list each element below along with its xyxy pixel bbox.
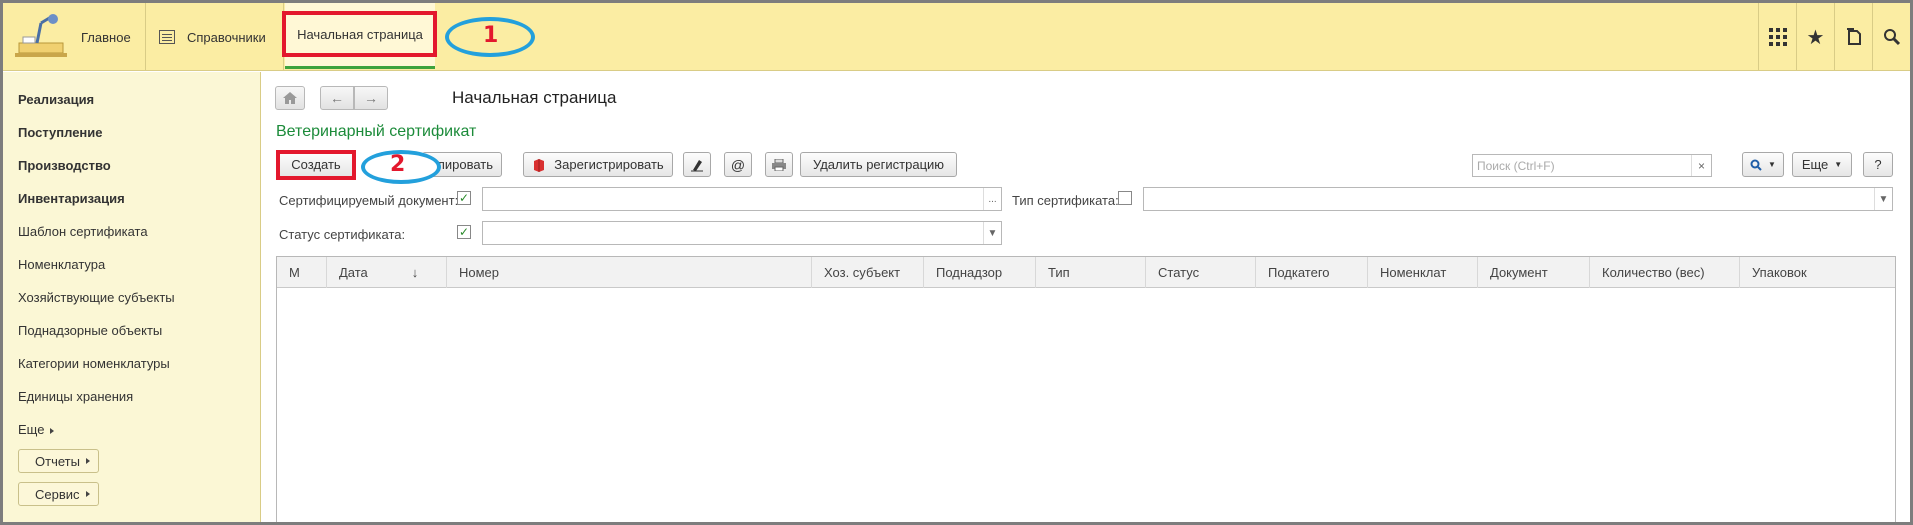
sign-button[interactable]	[683, 152, 711, 177]
type-filter-label: Тип сертификата:	[1012, 193, 1119, 208]
dropdown-arrow-icon[interactable]: ▼	[983, 222, 1001, 244]
page-title: Начальная страница	[452, 88, 617, 107]
sidebar-item-nomenclature-categories[interactable]: Категории номенклатуры	[18, 356, 170, 371]
type-filter-checkbox[interactable]	[1118, 191, 1132, 205]
search-options-button[interactable]: ▼	[1742, 152, 1784, 177]
more-button[interactable]: Еще ▼	[1792, 152, 1852, 177]
sort-down-icon: ↓	[411, 265, 419, 280]
column-header[interactable]: Документ	[1478, 257, 1590, 288]
history-icon[interactable]	[1834, 3, 1872, 71]
dropdown-arrow-icon: ▼	[1834, 160, 1843, 169]
app-logo-icon[interactable]	[13, 13, 69, 59]
column-header[interactable]: Номенклат	[1368, 257, 1478, 288]
list-icon	[159, 30, 175, 44]
printer-icon	[772, 158, 786, 171]
certificates-table[interactable]: М Дата ↓ Номер Хоз. субъект Поднадзор Ти…	[276, 256, 1896, 522]
doc-filter-field[interactable]: ...	[482, 187, 1002, 211]
toolbar-right: ★	[1758, 3, 1910, 71]
sidebar-item-sales[interactable]: Реализация	[18, 92, 94, 107]
email-button[interactable]: @	[724, 152, 752, 177]
status-filter-label: Статус сертификата:	[279, 227, 406, 242]
sidebar-item-storage-units[interactable]: Единицы хранения	[18, 389, 133, 404]
status-filter-checkbox[interactable]: ✓	[457, 225, 471, 239]
column-header[interactable]: Хоз. субъект	[812, 257, 924, 288]
doc-filter-label: Сертифицируемый документ:	[279, 193, 459, 208]
type-filter-field[interactable]: ▼	[1143, 187, 1893, 211]
home-icon	[283, 92, 297, 104]
nav-separator	[145, 3, 146, 71]
column-header[interactable]: Подкатего	[1256, 257, 1368, 288]
column-header[interactable]: Упаковок	[1740, 257, 1895, 288]
search-icon	[1750, 159, 1762, 171]
search-placeholder: Поиск (Ctrl+F)	[1477, 159, 1555, 173]
column-header[interactable]: Поднадзор	[924, 257, 1036, 288]
sidebar-item-receipts[interactable]: Поступление	[18, 125, 103, 140]
nav-main[interactable]: Главное	[77, 3, 131, 71]
sidebar-item-inventory[interactable]: Инвентаризация	[18, 191, 125, 206]
annotation-number-1: 1	[483, 23, 499, 48]
sidebar-item-certificate-template[interactable]: Шаблон сертификата	[18, 224, 148, 239]
sidebar-item-production[interactable]: Производство	[18, 158, 111, 173]
apps-icon[interactable]	[1758, 3, 1796, 71]
column-header[interactable]: М	[277, 257, 327, 288]
sidebar-item-business-entities[interactable]: Хозяйствующие субъекты	[18, 290, 175, 305]
more-label: Еще	[1801, 157, 1829, 172]
dropdown-arrow-icon[interactable]: ▼	[1874, 188, 1892, 210]
top-bar: Главное Справочники Начальная страница 1…	[3, 3, 1910, 71]
sidebar: Реализация Поступление Производство Инве…	[3, 72, 261, 522]
main-content: ← → Начальная страница Ветеринарный серт…	[262, 72, 1910, 522]
nav-main-label: Главное	[81, 29, 131, 45]
sidebar-more-label: Еще	[18, 422, 45, 437]
dropdown-arrow-icon: ▼	[1768, 160, 1776, 169]
sign-icon	[691, 159, 703, 171]
nav-references[interactable]: Справочники	[159, 3, 266, 71]
annotation-number-2: 2	[390, 152, 406, 177]
status-filter-field[interactable]: ▼	[482, 221, 1002, 245]
search-input[interactable]: Поиск (Ctrl+F) ×	[1472, 154, 1712, 177]
nav-references-label: Справочники	[187, 29, 266, 45]
arrow-left-icon: ←	[330, 90, 344, 106]
sidebar-item-more[interactable]: Еще	[18, 422, 55, 437]
star-icon[interactable]: ★	[1796, 3, 1834, 71]
triangle-right-icon	[85, 491, 90, 497]
help-button[interactable]: ?	[1863, 152, 1893, 177]
annotation-box-2	[276, 150, 356, 180]
sidebar-item-supervised-objects[interactable]: Поднадзорные объекты	[18, 323, 162, 338]
search-icon[interactable]	[1872, 3, 1910, 71]
arrow-right-icon: →	[364, 90, 378, 106]
column-header[interactable]: Тип	[1036, 257, 1146, 288]
delete-registration-button[interactable]: Удалить регистрацию	[800, 152, 957, 177]
doc-filter-checkbox[interactable]: ✓	[457, 191, 471, 205]
triangle-right-icon	[85, 458, 90, 464]
triangle-right-icon	[50, 428, 55, 434]
table-header: М Дата ↓ Номер Хоз. субъект Поднадзор Ти…	[277, 257, 1895, 288]
choose-button[interactable]: ...	[983, 188, 1001, 210]
reports-label: Отчеты	[35, 453, 80, 469]
column-header[interactable]: Номер	[447, 257, 812, 288]
annotation-box-1	[282, 11, 437, 57]
clear-search-button[interactable]: ×	[1691, 155, 1711, 176]
sidebar-item-nomenclature[interactable]: Номенклатура	[18, 257, 105, 272]
service-label: Сервис	[35, 486, 80, 502]
reports-button[interactable]: Отчеты	[18, 449, 99, 473]
back-button[interactable]: ←	[320, 86, 354, 110]
column-header[interactable]: Статус	[1146, 257, 1256, 288]
column-header-date[interactable]: Дата ↓	[327, 257, 447, 288]
register-label: Зарегистрировать	[554, 157, 664, 172]
print-button[interactable]	[765, 152, 793, 177]
home-button[interactable]	[275, 86, 305, 110]
forward-button[interactable]: →	[354, 86, 388, 110]
register-button[interactable]: Зарегистрировать	[523, 152, 673, 177]
app-window: Главное Справочники Начальная страница 1…	[0, 0, 1913, 525]
date-header-label: Дата	[339, 265, 368, 280]
document-title: Ветеринарный сертификат	[276, 123, 477, 140]
register-icon	[534, 158, 545, 172]
service-button[interactable]: Сервис	[18, 482, 99, 506]
column-header[interactable]: Количество (вес)	[1590, 257, 1740, 288]
